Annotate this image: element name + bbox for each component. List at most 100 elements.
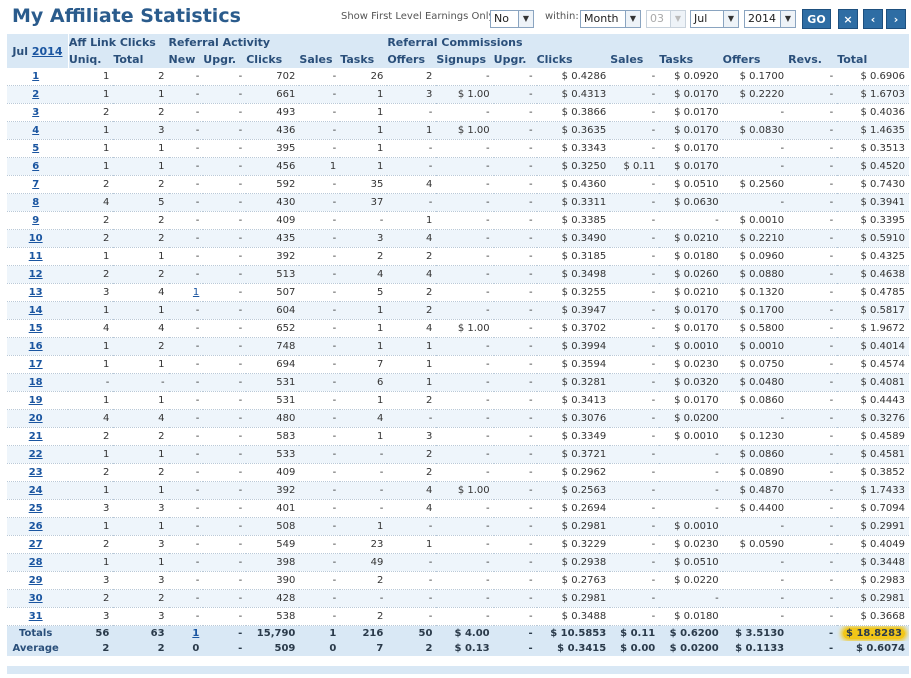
day-link[interactable]: 16 <box>29 341 43 352</box>
table-cell: - <box>610 499 660 518</box>
table-cell: $ 0.0230 <box>659 535 723 554</box>
table-cell: - <box>659 211 723 230</box>
table-cell: - <box>436 427 494 446</box>
go-button[interactable]: GO <box>802 9 831 29</box>
table-cell: 1 <box>68 247 114 266</box>
day-link[interactable]: 20 <box>29 413 43 424</box>
day-link[interactable]: 17 <box>29 359 43 370</box>
day-link[interactable]: 30 <box>29 593 43 604</box>
new-referrals-link[interactable]: 1 <box>192 628 199 639</box>
table-cell: 395 <box>246 139 300 158</box>
year-select[interactable]: 2014 ▼ <box>744 10 796 28</box>
table-cell: - <box>722 157 789 176</box>
table-row: 27 2 3- -549-23 1- - $ 0.3229- $ 0.0230 $ 0.0590… <box>7 535 909 554</box>
table-cell: - <box>722 553 789 572</box>
table-cell: - <box>299 229 341 248</box>
table-cell: 3 <box>113 607 169 626</box>
month-value: Jul <box>694 12 708 25</box>
table-cell: 2 <box>68 103 114 122</box>
table-cell: 435 <box>246 229 300 248</box>
day-link[interactable]: 24 <box>29 485 43 496</box>
table-cell: $ 0.1133 <box>722 641 789 656</box>
table-cell: 1 <box>387 337 437 356</box>
table-cell: - <box>299 517 341 536</box>
table-cell: - <box>168 247 204 266</box>
first-level-select[interactable]: No ▼ <box>490 10 534 28</box>
table-row: 6 1 1- -456 1 1- - - $ 0.3250 $ 0.11 $ 0.0170- - $ 0… <box>7 157 909 176</box>
table-cell: $ 0.5817 <box>837 301 909 320</box>
day-cell: 12 <box>7 265 69 284</box>
table-cell: - <box>788 229 838 248</box>
day-link[interactable]: 29 <box>29 575 43 586</box>
new-referrals-link[interactable]: 1 <box>193 287 199 298</box>
table-cell: - <box>722 589 789 608</box>
month-select[interactable]: Jul ▼ <box>690 10 739 28</box>
table-cell: 1 <box>68 391 114 410</box>
table-cell: 2 <box>387 445 437 464</box>
day-link[interactable]: 10 <box>29 233 43 244</box>
day-link[interactable]: 21 <box>29 431 43 442</box>
table-row: 11 1 1- -392-2 2- - $ 0.3185- $ 0.0180 $ 0.0960-… <box>7 247 909 266</box>
day-link[interactable]: 31 <box>29 611 43 622</box>
table-cell: - <box>436 589 494 608</box>
day-link[interactable]: 9 <box>32 215 39 226</box>
day-link[interactable]: 18 <box>29 377 43 388</box>
day-link[interactable]: 2 <box>32 89 39 100</box>
table-cell: - <box>387 139 437 158</box>
table-cell: 1 <box>387 355 437 374</box>
table-cell: - <box>493 103 537 122</box>
day-link[interactable]: 14 <box>29 305 43 316</box>
day-link[interactable]: 5 <box>32 143 39 154</box>
table-cell: 3 <box>68 607 114 626</box>
table-cell: - <box>493 68 537 86</box>
clear-button[interactable]: × <box>838 9 858 29</box>
table-cell: - <box>299 337 341 356</box>
table-row: 4 1 3- -436-1 1 $ 1.00- $ 0.3635- $ 0.0170 $ 0.0… <box>7 121 909 140</box>
table-cell: 1 <box>68 445 114 464</box>
table-cell: $ 0.3276 <box>837 409 909 428</box>
prev-button[interactable]: ‹ <box>863 9 883 29</box>
table-cell: - <box>610 589 660 608</box>
table-cell: 2 <box>113 427 169 446</box>
year-link[interactable]: 2014 <box>32 45 63 58</box>
table-cell: $ 0.0230 <box>659 355 723 374</box>
day-link[interactable]: 12 <box>29 269 43 280</box>
day-link[interactable]: 4 <box>32 125 39 136</box>
table-cell: - <box>610 409 660 428</box>
table-cell: - <box>610 517 660 536</box>
table-cell: - <box>168 337 204 356</box>
column-header: Signups <box>436 51 494 68</box>
table-cell: - <box>610 445 660 464</box>
day-link[interactable]: 27 <box>29 539 43 550</box>
table-cell: 513 <box>246 265 300 284</box>
day-link[interactable]: 19 <box>29 395 43 406</box>
day-link[interactable]: 25 <box>29 503 43 514</box>
day-link[interactable]: 22 <box>29 449 43 460</box>
day-link[interactable]: 15 <box>29 323 43 334</box>
table-cell: - <box>203 427 247 446</box>
table-cell: - <box>493 571 537 590</box>
table-cell: - <box>493 391 537 410</box>
day-link[interactable]: 8 <box>32 197 39 208</box>
day-cell: 24 <box>7 481 69 500</box>
day-link[interactable]: 13 <box>29 287 43 298</box>
next-button[interactable]: › <box>886 9 906 29</box>
column-header: New <box>168 51 204 68</box>
day-link[interactable]: 1 <box>32 71 39 82</box>
day-link[interactable]: 23 <box>29 467 43 478</box>
day-link[interactable]: 3 <box>32 107 39 118</box>
table-cell: $ 0.0920 <box>659 68 723 86</box>
day-cell: 22 <box>7 445 69 464</box>
day-link[interactable]: 11 <box>29 251 43 262</box>
table-cell: $ 0.0170 <box>659 319 723 338</box>
table-cell: - <box>436 103 494 122</box>
day-link[interactable]: 7 <box>32 179 39 190</box>
day-link[interactable]: 6 <box>32 161 39 172</box>
table-cell: - <box>610 373 660 392</box>
table-cell: $ 0.4589 <box>837 427 909 446</box>
day-link[interactable]: 28 <box>29 557 43 568</box>
day-link[interactable]: 26 <box>29 521 43 532</box>
table-cell: - <box>493 499 537 518</box>
table-cell: $ 0.3448 <box>837 553 909 572</box>
period-select[interactable]: Month ▼ <box>580 10 641 28</box>
